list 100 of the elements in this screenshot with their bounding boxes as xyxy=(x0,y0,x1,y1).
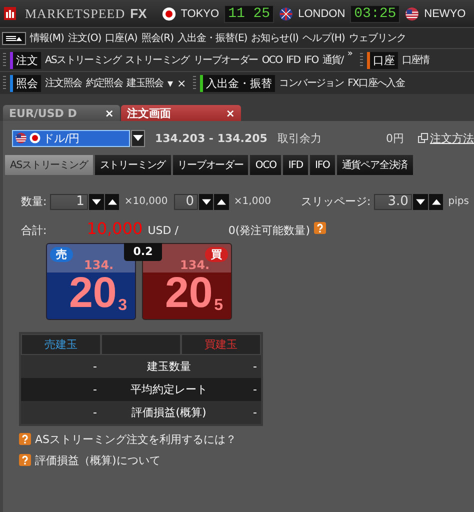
total-label: 合計: xyxy=(21,223,47,238)
menu-item[interactable]: 照会(R) xyxy=(141,31,174,45)
price-main: 20 xyxy=(69,275,117,311)
order-type-tab[interactable]: OCO xyxy=(250,155,282,175)
unit-label: ×1,000 xyxy=(234,196,271,207)
toolbar-button[interactable]: FX口座へ入金 xyxy=(348,76,405,90)
menu-item[interactable]: ヘルプ(H) xyxy=(302,31,345,45)
quantity-field[interactable]: 1 xyxy=(50,194,88,210)
price-pip: 5 xyxy=(214,297,223,315)
quantity-field[interactable]: 0 xyxy=(174,194,198,210)
document-tab[interactable]: 注文画面 × xyxy=(121,105,241,121)
logo-icon xyxy=(4,7,16,20)
toolbar-button[interactable]: 口座情 xyxy=(402,53,430,67)
table-cell-text: - xyxy=(92,383,97,396)
down-triangle-icon xyxy=(92,198,102,204)
grip-handle[interactable] xyxy=(360,53,363,67)
toolbar-button[interactable]: 建玉照会 xyxy=(126,76,164,90)
grip-handle[interactable] xyxy=(3,53,6,67)
document-tab[interactable]: EUR/USD D × xyxy=(3,105,120,121)
window-icon xyxy=(418,133,428,143)
menu-item[interactable]: 入出金・振替(E) xyxy=(178,31,248,45)
japan-flag-icon xyxy=(162,6,176,20)
japan-flag-icon xyxy=(29,132,41,144)
order-type-tab[interactable]: IFO xyxy=(310,155,335,175)
available-quantity: 0(発注可能数量) xyxy=(228,223,310,238)
table-cell-text: - xyxy=(252,406,257,419)
toolbar-button[interactable]: コンバージョン xyxy=(279,76,344,90)
brand-name: MARKETSPEED xyxy=(25,6,126,22)
help-link[interactable]: 評価損益（概算)について xyxy=(35,452,160,468)
menu-icon[interactable] xyxy=(2,32,26,44)
increment-button[interactable] xyxy=(214,194,229,210)
order-type-tab[interactable]: ASストリーミング xyxy=(5,155,93,175)
order-type-tab[interactable]: ストリーミング xyxy=(94,155,171,175)
decrement-button[interactable] xyxy=(89,194,104,210)
dropdown-button[interactable] xyxy=(131,130,145,146)
increment-button[interactable] xyxy=(428,194,444,210)
order-side-badge: 売 xyxy=(50,247,73,262)
up-triangle-icon xyxy=(217,198,226,204)
up-triangle-icon xyxy=(432,198,441,204)
toolbar-button[interactable]: ストリーミング xyxy=(125,53,190,67)
dropdown-arrow[interactable]: ▾ xyxy=(167,76,173,90)
toolbar-button[interactable]: IFD xyxy=(286,54,300,66)
menu-item[interactable]: 情報(M) xyxy=(30,31,64,45)
order-method-link[interactable]: 注文方法 xyxy=(430,130,474,146)
menu-item[interactable]: 注文(O) xyxy=(68,31,102,45)
unit-label: pips xyxy=(448,196,469,207)
order-side-badge: 買 xyxy=(205,247,228,262)
menu-item[interactable]: お知らせ(I) xyxy=(251,31,298,45)
unit-label: ×10,000 xyxy=(124,196,168,207)
column-header: 買建玉 xyxy=(181,334,261,355)
row-label: 建玉数量 xyxy=(146,359,192,374)
order-type-tab[interactable]: リーブオーダー xyxy=(172,155,248,175)
toolbar-group-title: 口座 xyxy=(366,52,398,68)
price-prefix: 134. xyxy=(84,258,114,272)
up-triangle-icon xyxy=(108,198,117,204)
caret-icon xyxy=(133,135,143,141)
clock-display: 03:25 xyxy=(350,4,400,22)
grip-handle[interactable] xyxy=(193,76,196,90)
toolbar-button[interactable]: OCO xyxy=(262,54,282,66)
grip-handle[interactable] xyxy=(3,76,6,90)
order-type-tab[interactable]: IFD xyxy=(283,155,308,175)
help-icon[interactable] xyxy=(19,433,31,445)
total-value: 10,000 xyxy=(86,219,143,238)
row-label: 評価損益(概算) xyxy=(130,405,208,420)
order-type-tab[interactable]: 通貨ペア全決済 xyxy=(336,155,413,175)
table-cell-text: - xyxy=(92,360,97,373)
price-pip: 3 xyxy=(118,297,127,315)
menu-item[interactable]: ウェブリンク xyxy=(348,31,406,45)
decrement-button[interactable] xyxy=(199,194,214,210)
toolbar-group-title: 照会 xyxy=(10,74,41,92)
city-name: NEWYO xyxy=(424,8,466,20)
price-main: 20 xyxy=(165,275,213,311)
overflow-chevron[interactable]: » xyxy=(347,49,353,59)
quantity-label: 数量: xyxy=(21,194,47,209)
toolbar-button[interactable]: 注文照会 xyxy=(45,76,82,90)
menu-item[interactable]: 口座(A) xyxy=(105,31,138,45)
decrement-button[interactable] xyxy=(413,194,428,210)
help-icon[interactable] xyxy=(314,222,326,234)
close-button[interactable]: × xyxy=(176,76,186,90)
toolbar-group-title: 注文 xyxy=(10,52,41,68)
uk-flag-icon xyxy=(279,6,294,20)
table-cell-text: - xyxy=(92,406,97,419)
toolbar-group-title: 入出金・振替 xyxy=(200,74,276,92)
brand-suffix: FX xyxy=(130,6,147,21)
down-triangle-icon xyxy=(202,198,211,204)
down-triangle-icon xyxy=(416,198,426,204)
currency-select[interactable]: ドル/円 xyxy=(12,130,130,146)
toolbar-button[interactable]: 約定照会 xyxy=(86,76,123,90)
toolbar-button[interactable]: リーブオーダー xyxy=(193,53,258,67)
table-cell-text: - xyxy=(252,383,257,396)
toolbar-button[interactable]: IFO xyxy=(304,54,318,66)
slippage-field[interactable]: 3.0 xyxy=(374,194,412,210)
help-icon[interactable] xyxy=(19,454,31,466)
help-link[interactable]: ASストリーミング注文を利用するには？ xyxy=(35,432,237,446)
toolbar-button[interactable]: 通貨/ xyxy=(322,53,344,67)
us-flag-icon xyxy=(405,6,420,20)
column-header: 売建玉 xyxy=(21,334,101,355)
us-flag-icon xyxy=(15,132,27,144)
toolbar-button[interactable]: ASストリーミング xyxy=(45,53,121,67)
increment-button[interactable] xyxy=(104,194,120,210)
